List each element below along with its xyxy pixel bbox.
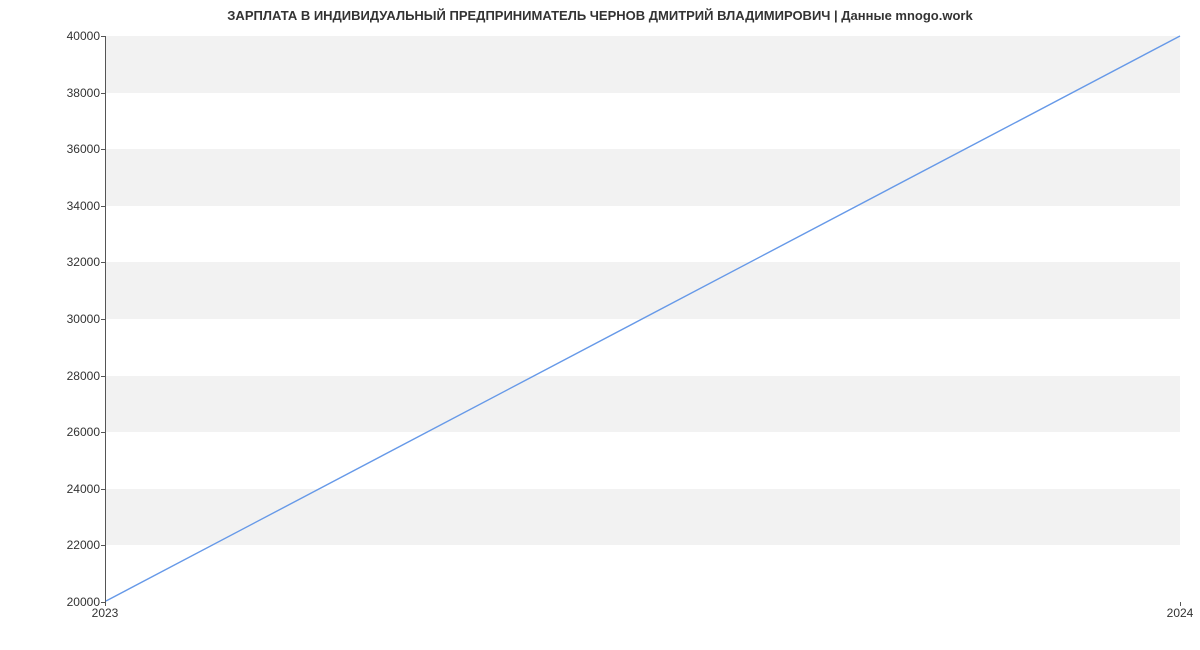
y-tick-mark bbox=[101, 376, 105, 377]
chart-title: ЗАРПЛАТА В ИНДИВИДУАЛЬНЫЙ ПРЕДПРИНИМАТЕЛ… bbox=[0, 8, 1200, 23]
x-tick-mark bbox=[1180, 602, 1181, 606]
y-tick-mark bbox=[101, 319, 105, 320]
line-series bbox=[106, 36, 1180, 601]
y-tick-label: 30000 bbox=[67, 312, 100, 326]
y-tick-mark bbox=[101, 262, 105, 263]
y-tick-label: 36000 bbox=[67, 142, 100, 156]
x-tick-label: 2024 bbox=[1167, 606, 1194, 620]
y-tick-mark bbox=[101, 206, 105, 207]
y-tick-mark bbox=[101, 36, 105, 37]
y-tick-label: 38000 bbox=[67, 86, 100, 100]
x-tick-mark bbox=[105, 602, 106, 606]
y-tick-mark bbox=[101, 149, 105, 150]
y-tick-label: 22000 bbox=[67, 538, 100, 552]
y-tick-label: 34000 bbox=[67, 199, 100, 213]
plot-area bbox=[105, 36, 1180, 602]
y-tick-mark bbox=[101, 432, 105, 433]
y-tick-mark bbox=[101, 545, 105, 546]
chart-container: ЗАРПЛАТА В ИНДИВИДУАЛЬНЫЙ ПРЕДПРИНИМАТЕЛ… bbox=[0, 0, 1200, 650]
y-tick-mark bbox=[101, 93, 105, 94]
y-tick-label: 24000 bbox=[67, 482, 100, 496]
x-tick-label: 2023 bbox=[92, 606, 119, 620]
y-tick-label: 32000 bbox=[67, 255, 100, 269]
y-tick-label: 26000 bbox=[67, 425, 100, 439]
y-tick-mark bbox=[101, 489, 105, 490]
y-tick-label: 40000 bbox=[67, 29, 100, 43]
y-tick-label: 28000 bbox=[67, 369, 100, 383]
